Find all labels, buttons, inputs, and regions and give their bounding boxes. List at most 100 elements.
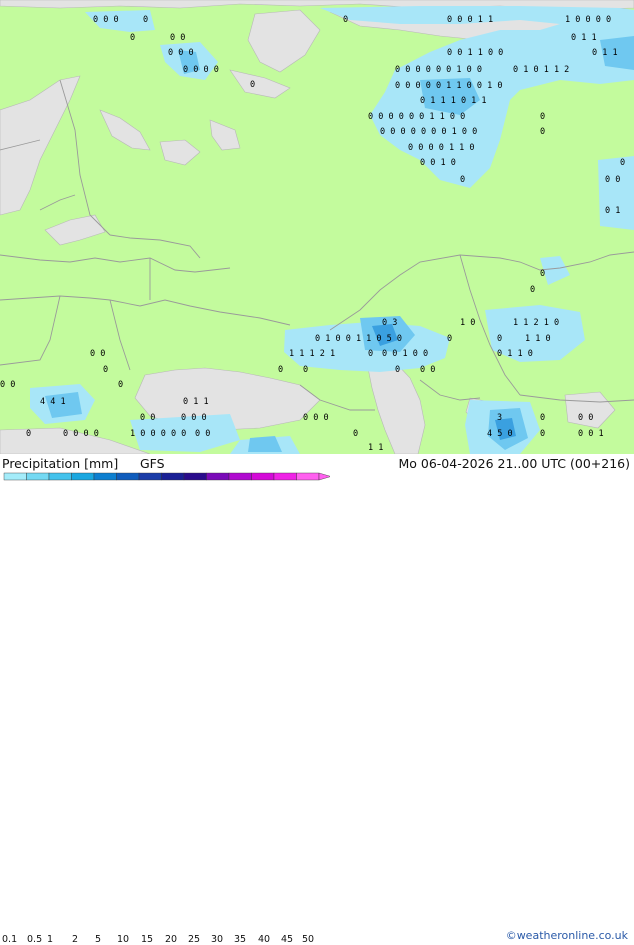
value-marker: 0 [620,158,625,168]
color-scale-swatch [273,472,297,481]
value-marker: 4 5 0 [487,429,513,439]
color-scale-tick-label: 15 [141,934,154,945]
valid-time: Mo 06-04-2026 21..00 UTC (00+216) [398,456,630,471]
value-marker: 0 0 0 0 0 1 1 0 0 1 0 [395,81,502,91]
value-marker: 0 [395,365,400,375]
color-scale-swatch [296,472,320,481]
color-scale-swatch [183,472,207,481]
color-scale-swatch [228,472,252,481]
model-name: GFS [140,456,165,471]
value-marker: 0 [343,15,348,25]
color-scale-tick-label: 0.1 [2,934,18,945]
color-scale-tick-label: 45 [281,934,294,945]
color-scale-tick-label: 50 [302,934,315,945]
color-scale-tick-label: 1 [47,934,54,945]
color-scale-tick-label: 30 [211,934,224,945]
value-marker: 0 [26,429,31,439]
value-marker: 0 [530,285,535,295]
precipitation-map: 0 0 0000 00 0 00 0 0 0000 0 0 1 11 0 0 0… [0,0,634,454]
value-marker: 0 [143,15,148,25]
value-marker: 0 0 0 0 0 0 1 1 0 0 [368,112,465,122]
value-marker: 0 1 1 [571,33,597,43]
map-canvas: 0 0 0000 00 0 00 0 0 000 0 0 0 1 11 0 0 0… [0,0,634,454]
value-marker: 0 [540,269,545,279]
value-marker: 3 [497,413,502,423]
value-marker: 0 0 [0,380,15,390]
value-marker: 1 1 [368,443,383,453]
color-scale-tick-label: 5 [95,934,102,945]
value-marker: 0 0 [605,175,620,185]
color-scale-swatch [161,472,185,481]
map-footer: Precipitation [mm] GFS Mo 06-04-2026 21.… [0,454,634,945]
value-marker: 1 1 2 1 0 [513,318,559,328]
value-marker: 0 0 0 0 0 0 1 0 0 [395,65,482,75]
value-marker: 0 0 1 0 [420,158,456,168]
value-marker: 0 1 1 0 [497,349,533,359]
value-marker: 0 [460,175,465,185]
value-marker: 0 0 0 0 1 1 0 [408,143,475,153]
value-marker: 0 1 0 1 1 2 [513,65,569,75]
value-marker: 0 0 0 0 [63,429,99,439]
value-marker: 0 [303,365,308,375]
value-marker: 0 0 0 [93,15,119,25]
value-marker: 0 0 1 [578,429,604,439]
value-marker: 0 [368,349,373,359]
value-marker: 0 [103,365,108,375]
color-scale-tick-label: 2 [72,934,79,945]
color-scale-swatch [206,472,230,481]
value-marker: 0 [250,80,255,90]
color-scale-tick-label: 35 [234,934,247,945]
value-marker: 0 0 [170,33,185,43]
credit-link[interactable]: ©weatheronline.co.uk [506,929,628,942]
value-marker: 0 0 [420,365,435,375]
value-marker: 0 0 0 0 [183,65,219,75]
value-marker: 0 [130,33,135,43]
value-marker: 0 1 1 [592,48,618,58]
color-scale-swatch [251,472,275,481]
value-marker: 1 0 0 0 0 [565,15,611,25]
color-scale-swatch [116,472,140,481]
value-marker: 0 [540,112,545,122]
value-marker: 0 0 [90,349,105,359]
value-marker: 0 [540,429,545,439]
value-marker: 0 1 1 1 0 1 1 [420,96,487,106]
value-marker: 0 1 1 [183,397,209,407]
color-scale-swatch [71,472,95,481]
product-title: Precipitation [mm] [2,456,119,471]
value-marker: 0 1 0 0 1 1 0 5 0 [315,334,402,344]
value-marker: 0 3 [382,318,397,328]
color-scale-arrow [318,472,330,481]
value-marker: 0 [540,413,545,423]
color-scale-swatch [138,472,162,481]
color-scale-bar [3,472,330,481]
color-scale-tick-label: 20 [165,934,178,945]
color-scale-swatch [93,472,117,481]
value-marker: 0 0 0 1 1 [447,15,493,25]
value-marker: 1 1 0 [525,334,551,344]
color-scale-swatch [3,472,27,481]
value-marker: 0 0 1 0 0 [382,349,428,359]
color-scale-tick-label: 25 [188,934,201,945]
color-scale-tick-label: 0.5 [27,934,43,945]
value-marker: 0 1 [605,206,620,216]
color-scale-swatch [26,472,50,481]
color-scale-swatch [48,472,72,481]
value-marker: 0 0 0 [303,413,329,423]
value-marker: 0 [353,429,358,439]
value-marker: 0 [497,334,502,344]
color-scale-tick-label: 10 [117,934,130,945]
value-marker: 4 4 1 [40,397,66,407]
value-marker: 0 [278,365,283,375]
value-marker: 1 0 [460,318,475,328]
value-marker: 0 [118,380,123,390]
value-marker: 0 0 0 [168,48,194,58]
value-marker: 1 1 1 2 1 [289,349,335,359]
value-marker: 1 0 0 0 0 0 [130,429,186,439]
value-marker: 0 0 [578,413,593,423]
value-marker: 0 0 0 0 0 0 0 1 0 0 [380,127,477,137]
color-scale-tick-label: 40 [258,934,271,945]
value-marker: 0 0 1 1 0 0 [447,48,503,58]
value-marker: 0 [540,127,545,137]
value-marker: 0 [447,334,452,344]
value-marker: 0 0 [140,413,155,423]
